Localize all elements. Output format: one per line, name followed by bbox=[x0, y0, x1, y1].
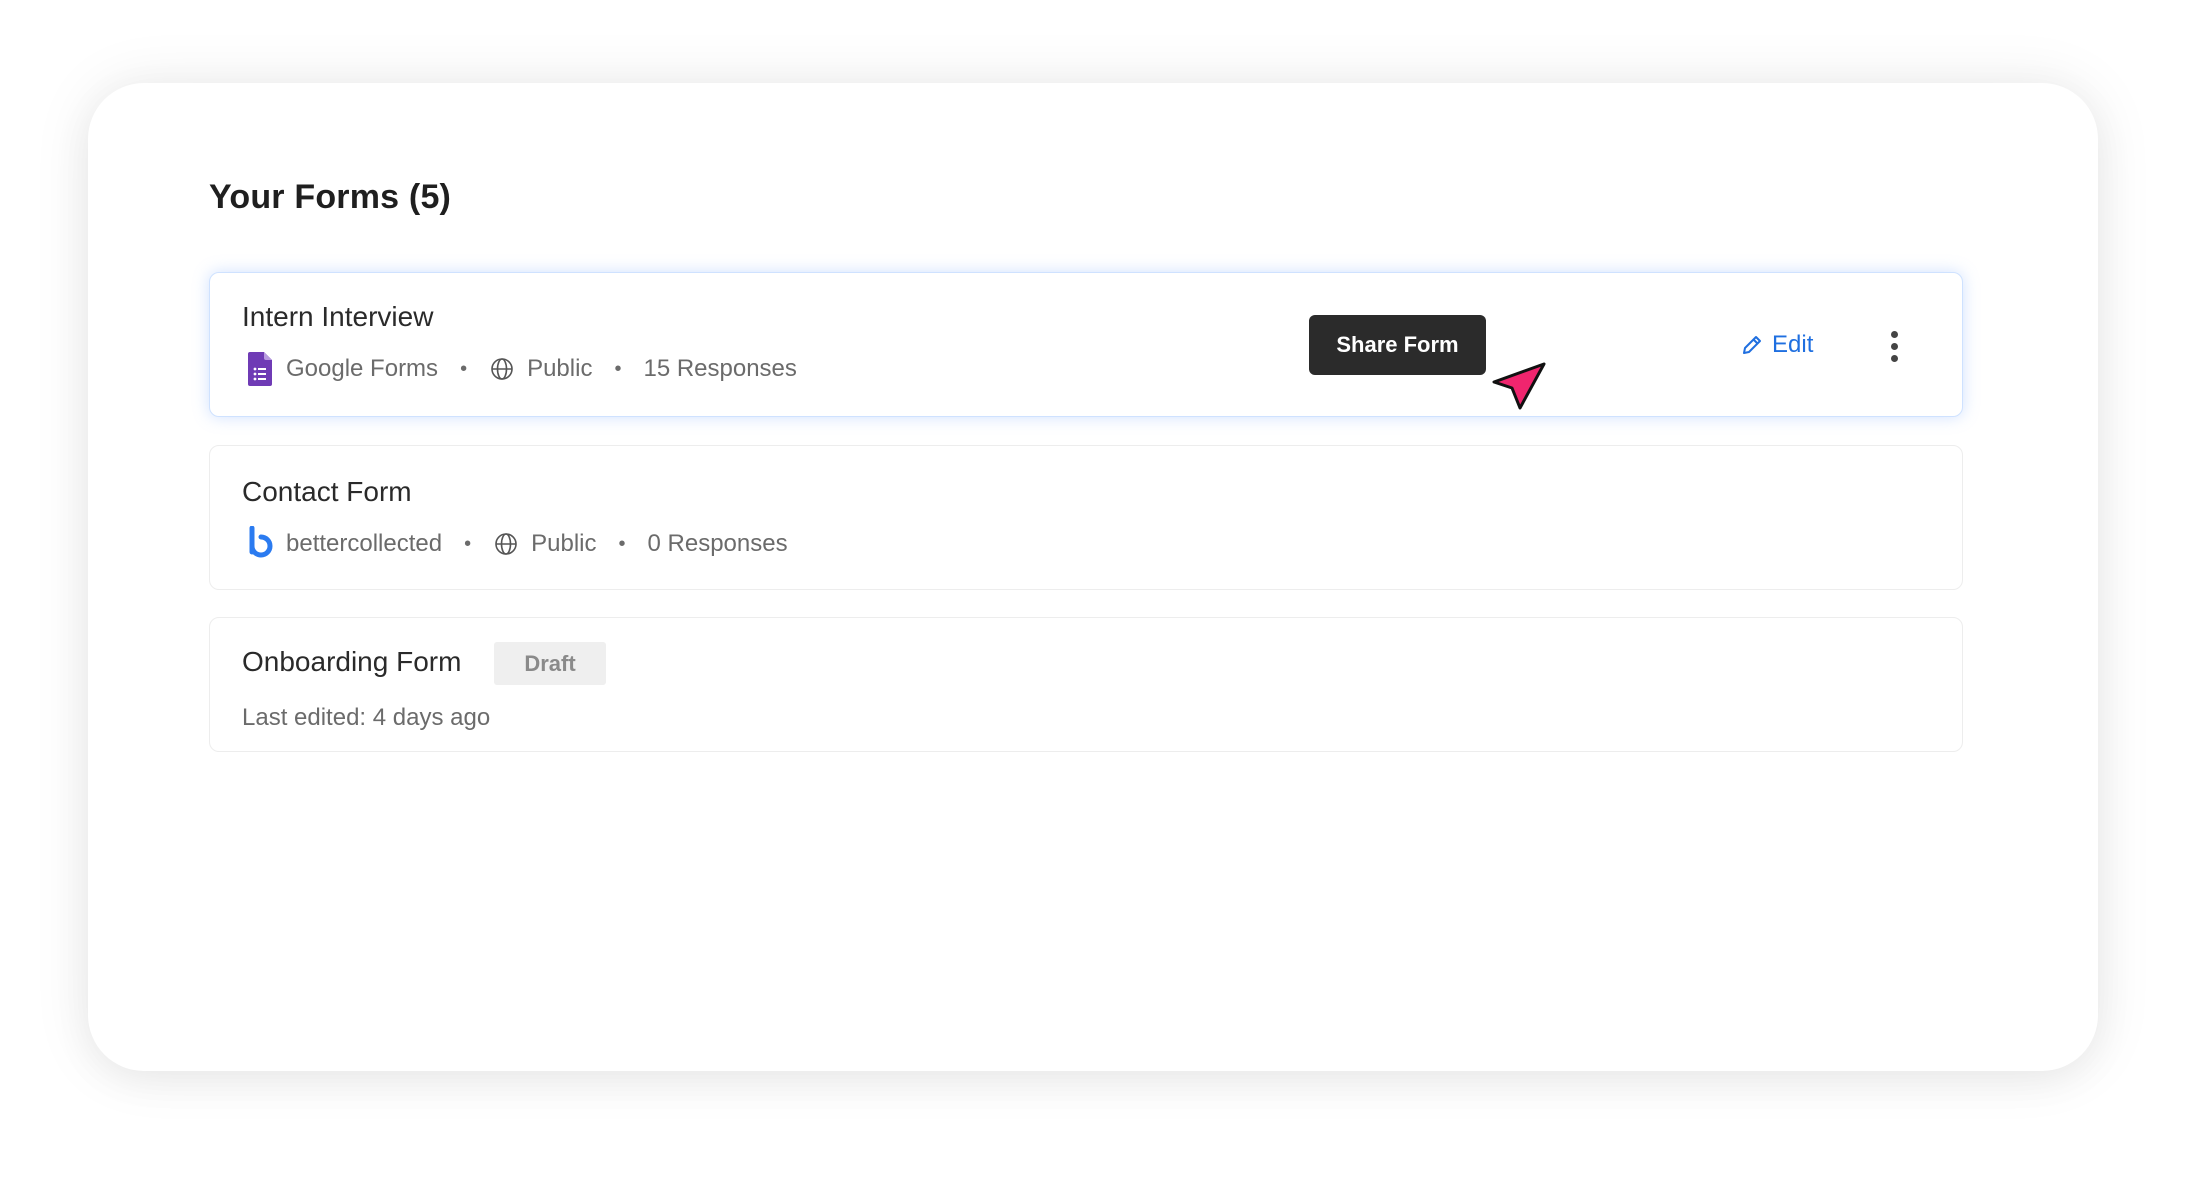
globe-icon bbox=[493, 531, 519, 557]
form-provider: Google Forms bbox=[286, 355, 439, 382]
edit-button[interactable]: Edit bbox=[1740, 325, 1813, 365]
more-dot bbox=[1890, 354, 1898, 362]
share-form-tooltip: Share Form bbox=[1309, 315, 1486, 375]
form-title[interactable]: Contact Form bbox=[242, 476, 412, 508]
form-visibility: Public bbox=[527, 355, 593, 382]
form-visibility: Public bbox=[531, 530, 597, 557]
form-card-intern-interview[interactable]: Intern Interview Google Forms • Public •… bbox=[209, 272, 1963, 417]
draft-badge: Draft bbox=[494, 642, 606, 685]
more-vertical-icon[interactable] bbox=[1879, 326, 1909, 366]
form-title[interactable]: Intern Interview bbox=[242, 301, 433, 333]
page-title: Your Forms (5) bbox=[209, 178, 452, 216]
pencil-icon bbox=[1740, 333, 1764, 357]
globe-icon bbox=[489, 356, 515, 382]
edit-label: Edit bbox=[1772, 331, 1814, 358]
cursor-pointer-icon bbox=[1492, 362, 1546, 410]
last-edited: Last edited: 4 days ago bbox=[242, 704, 491, 731]
more-dot bbox=[1890, 330, 1898, 338]
form-responses: 0 Responses bbox=[647, 530, 788, 557]
separator-dot: • bbox=[614, 357, 622, 380]
separator-dot: • bbox=[618, 532, 626, 555]
form-meta: Google Forms • Public • 15 Responses bbox=[242, 351, 797, 387]
bettercollected-logo-icon bbox=[242, 526, 278, 562]
google-forms-icon bbox=[242, 351, 278, 387]
separator-dot: • bbox=[460, 357, 468, 380]
form-card-onboarding-form[interactable]: Onboarding Form Draft Last edited: 4 day… bbox=[209, 617, 1963, 752]
forms-panel: Your Forms (5) Intern Interview Google F… bbox=[88, 83, 2098, 1071]
separator-dot: • bbox=[464, 532, 472, 555]
form-card-contact-form[interactable]: Contact Form bettercollected • Public • … bbox=[209, 445, 1963, 590]
form-title[interactable]: Onboarding Form bbox=[242, 646, 461, 678]
form-responses: 15 Responses bbox=[643, 355, 797, 382]
more-dot bbox=[1890, 342, 1898, 350]
form-provider: bettercollected bbox=[286, 530, 443, 557]
form-meta: bettercollected • Public • 0 Responses bbox=[242, 526, 788, 562]
